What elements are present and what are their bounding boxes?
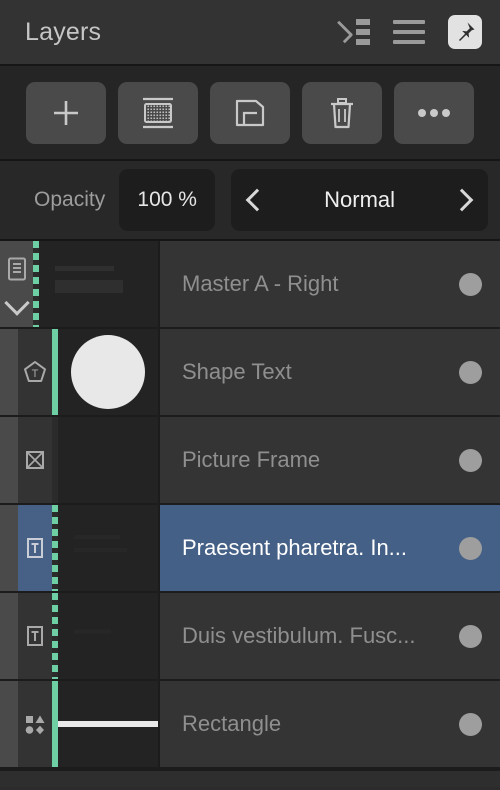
layer-type-cell[interactable]: [18, 505, 52, 591]
add-layer-button[interactable]: [26, 81, 106, 144]
layer-indent-gutter: [0, 505, 18, 591]
duplicate-layer-button[interactable]: [210, 81, 290, 144]
layer-thumbnail: [58, 681, 160, 767]
titlebar-actions: [330, 15, 482, 49]
layer-type-cell[interactable]: [0, 241, 33, 327]
layer-type-cell[interactable]: [18, 417, 52, 503]
layer-name: Master A - Right: [182, 271, 339, 296]
trash-icon: [331, 97, 353, 128]
layer-indent-gutter: [0, 593, 18, 679]
blend-mode-selector[interactable]: Normal: [231, 169, 488, 231]
indent-list-icon[interactable]: [330, 15, 370, 49]
layer-thumbnail: [58, 505, 160, 591]
layer-indent-gutter: [0, 329, 18, 415]
visibility-toggle[interactable]: [459, 536, 482, 560]
table-row[interactable]: Master A - Right: [0, 241, 500, 329]
plus-icon: [54, 100, 78, 125]
layer-name: Picture Frame: [182, 447, 321, 472]
text-frame-icon: [22, 623, 48, 649]
blend-mode-value: Normal: [324, 187, 396, 212]
layer-name: Duis vestibulum. Fusc...: [182, 623, 416, 648]
layer-name: Rectangle: [182, 711, 282, 736]
master-page-icon: [4, 256, 30, 282]
layer-thumbnail: [39, 241, 160, 327]
panel-titlebar: Layers: [0, 0, 500, 66]
layer-indent-gutter: [0, 417, 18, 503]
text-frame-icon: [22, 535, 48, 561]
chevron-down-icon[interactable]: [3, 290, 30, 316]
layer-type-cell[interactable]: T: [18, 329, 52, 415]
layer-name: Praesent pharetra. In...: [182, 535, 408, 560]
more-options-button[interactable]: [394, 81, 474, 144]
visibility-toggle[interactable]: [459, 272, 482, 296]
panel-footer: [0, 769, 500, 787]
opacity-blend-row: Opacity 100 % Normal: [0, 161, 500, 241]
shapes-icon: [22, 711, 48, 737]
layer-name-cell[interactable]: Duis vestibulum. Fusc...: [160, 593, 500, 679]
layer-thumbnail: [58, 329, 160, 415]
table-row[interactable]: T Shape Text: [0, 329, 500, 417]
layer-type-cell[interactable]: [18, 593, 52, 679]
hamburger-menu-icon[interactable]: [392, 15, 426, 49]
layer-name-cell[interactable]: Praesent pharetra. In...: [160, 505, 500, 591]
layer-toolbar: [0, 66, 500, 161]
layer-name-cell[interactable]: Master A - Right: [160, 241, 500, 327]
layer-name: Shape Text: [182, 359, 292, 384]
layer-name-cell[interactable]: Rectangle: [160, 681, 500, 767]
layer-list: Master A - Right T Shape Text Picture Fr…: [0, 241, 500, 769]
visibility-toggle[interactable]: [459, 712, 482, 736]
ellipsis-icon: [418, 108, 450, 117]
opacity-input[interactable]: 100 %: [119, 169, 216, 231]
visibility-toggle[interactable]: [459, 624, 482, 648]
chevron-right-icon[interactable]: [450, 188, 474, 212]
pin-icon[interactable]: [448, 15, 482, 49]
mask-layer-button[interactable]: [118, 81, 198, 144]
layer-thumbnail: [58, 593, 160, 679]
mask-icon: [143, 97, 173, 128]
delete-layer-button[interactable]: [302, 81, 382, 144]
duplicate-icon: [235, 99, 265, 126]
layer-thumbnail: [58, 417, 160, 503]
visibility-toggle[interactable]: [459, 448, 482, 472]
layer-name-cell[interactable]: Picture Frame: [160, 417, 500, 503]
table-row[interactable]: Duis vestibulum. Fusc...: [0, 593, 500, 681]
table-row[interactable]: Praesent pharetra. In...: [0, 505, 500, 593]
layer-indent-gutter: [0, 681, 18, 767]
picture-frame-icon: [22, 447, 48, 473]
layer-type-cell[interactable]: [18, 681, 52, 767]
pentagon-text-icon: T: [22, 359, 48, 385]
table-row[interactable]: Rectangle: [0, 681, 500, 769]
visibility-toggle[interactable]: [459, 360, 482, 384]
opacity-label: Opacity: [34, 188, 106, 211]
svg-text:T: T: [32, 368, 39, 380]
layer-name-cell[interactable]: Shape Text: [160, 329, 500, 415]
page-title: Layers: [25, 17, 102, 46]
table-row[interactable]: Picture Frame: [0, 417, 500, 505]
